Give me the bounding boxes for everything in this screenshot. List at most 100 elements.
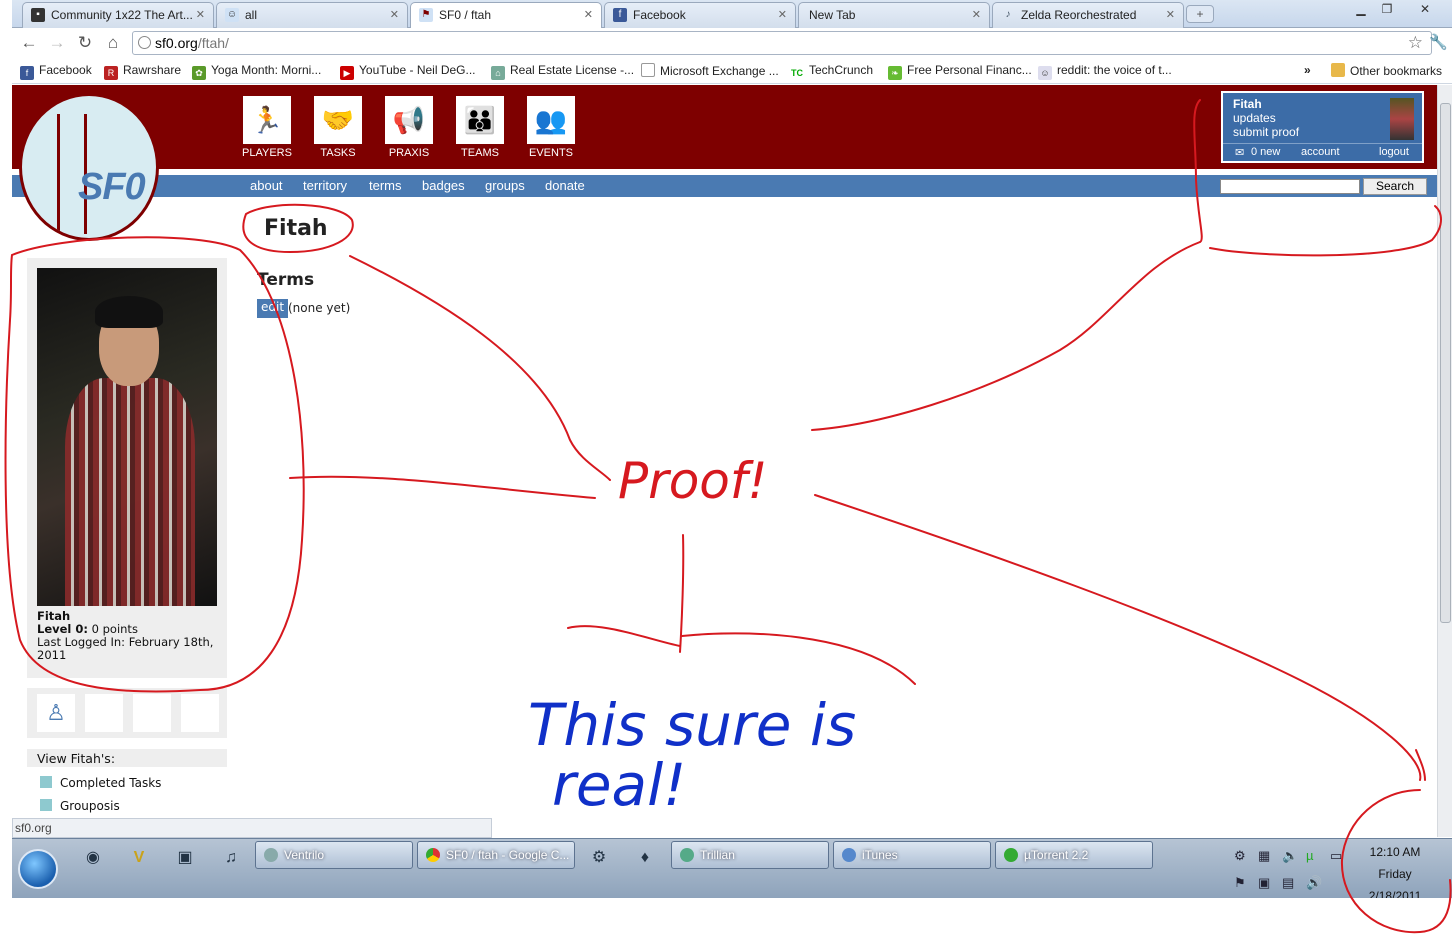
close-icon[interactable]: ✕ — [972, 8, 981, 21]
close-icon[interactable]: ✕ — [778, 8, 787, 21]
edit-terms-button[interactable]: edit — [257, 299, 289, 318]
tab-facebook[interactable]: f Facebook ✕ — [604, 2, 796, 28]
bookmark-real-estate[interactable]: ⌂ Real Estate License -... — [491, 63, 634, 80]
home-button[interactable]: ⌂ — [102, 32, 124, 54]
network-tray-icon[interactable]: ▤ — [1282, 875, 1294, 891]
menu-about[interactable]: about — [250, 178, 283, 193]
vertical-scrollbar[interactable] — [1437, 85, 1452, 837]
bookmark-facebook[interactable]: f Facebook — [20, 63, 92, 80]
bookmark-rawrshare[interactable]: R Rawrshare — [104, 63, 181, 80]
new-tab-button[interactable]: + — [1186, 5, 1214, 23]
other-bookmarks[interactable]: Other bookmarks — [1331, 63, 1442, 78]
steam-icon[interactable]: ⚙ — [588, 847, 610, 869]
completed-tasks-link[interactable]: Completed Tasks — [40, 776, 161, 790]
tab-zelda[interactable]: ♪ Zelda Reorchestrated ✕ — [992, 2, 1184, 28]
tab-title: Zelda Reorchestrated — [1021, 8, 1137, 22]
media-icon[interactable]: ▣ — [174, 847, 196, 869]
window-tray-icon[interactable]: ▣ — [1258, 875, 1270, 891]
people-group-icon: 👥 — [527, 96, 575, 144]
lamp-icon[interactable]: ♦ — [634, 847, 656, 869]
browser-tab-strip: ▪ Community 1x22 The Art... ✕ ☺ all ✕ ⚑ … — [12, 0, 1452, 29]
nav-praxis[interactable]: 📢 PRAXIS — [384, 96, 434, 159]
thunderbird-icon[interactable]: ◉ — [82, 847, 104, 869]
nav-teams[interactable]: 👪 TEAMS — [455, 96, 505, 159]
start-button[interactable] — [18, 849, 58, 889]
leaf-icon: ❧ — [888, 66, 902, 80]
speaker-tray-icon[interactable]: 🔊 — [1306, 875, 1322, 891]
bookmark-exchange[interactable]: Microsoft Exchange ... — [641, 63, 779, 78]
task-trillian[interactable]: Trillian — [671, 841, 829, 869]
sf0-logo[interactable]: SF0 — [19, 93, 159, 241]
bookmark-yoga[interactable]: ✿ Yoga Month: Morni... — [192, 63, 321, 80]
steam-tray-icon[interactable]: ⚙ — [1234, 848, 1246, 864]
forward-button[interactable]: → — [46, 32, 68, 54]
flower-icon: ✿ — [192, 66, 206, 80]
task-ventrilo[interactable]: Ventrilo — [255, 841, 413, 869]
tab-community[interactable]: ▪ Community 1x22 The Art... ✕ — [22, 2, 214, 28]
terms-value: (none yet) — [288, 301, 351, 315]
menu-badges[interactable]: badges — [422, 178, 465, 193]
itunes-icon — [842, 848, 856, 862]
tab-title: New Tab — [809, 8, 856, 22]
wrench-icon[interactable]: 🔧 — [1429, 33, 1448, 51]
menu-donate[interactable]: donate — [545, 178, 585, 193]
menu-terms[interactable]: terms — [369, 178, 402, 193]
system-clock[interactable]: 12:10 AM Friday 2/18/2011 — [1358, 841, 1432, 898]
bookmarks-overflow-chevron[interactable]: » — [1304, 63, 1311, 77]
pawn-badge-icon[interactable]: ♙ — [37, 694, 75, 732]
nav-events[interactable]: 👥 EVENTS — [526, 96, 576, 159]
bookmark-label: Real Estate License -... — [510, 63, 635, 77]
close-window-button[interactable]: ✕ — [1412, 0, 1438, 18]
bookmark-label: Microsoft Exchange ... — [660, 64, 779, 78]
bookmark-reddit[interactable]: ☺ reddit: the voice of t... — [1038, 63, 1172, 80]
badge-row: ♙ — [27, 688, 227, 738]
ventrilo-icon[interactable]: V — [128, 847, 150, 869]
address-bar[interactable]: sf0.org/ftah/ ☆ — [132, 31, 1432, 55]
reload-button[interactable]: ↻ — [74, 32, 96, 54]
task-chrome[interactable]: SF0 / ftah - Google C... — [417, 841, 575, 869]
close-icon[interactable]: ✕ — [584, 8, 593, 21]
volume-tray-icon[interactable]: 🔈 — [1282, 848, 1298, 864]
status-bubble: sf0.org — [12, 818, 492, 838]
nav-tasks[interactable]: 🤝 TASKS — [313, 96, 363, 159]
avatar[interactable] — [1390, 98, 1414, 140]
bookmark-label: reddit: the voice of t... — [1057, 63, 1172, 77]
utorrent-tray-icon[interactable]: µ — [1306, 848, 1314, 863]
grouposis-link[interactable]: Grouposis — [40, 799, 120, 813]
menu-territory[interactable]: territory — [303, 178, 347, 193]
battery-tray-icon[interactable]: ▭ — [1330, 848, 1342, 864]
logout-link[interactable]: logout — [1379, 146, 1409, 158]
account-link[interactable]: account — [1301, 146, 1340, 158]
close-icon[interactable]: ✕ — [390, 8, 399, 21]
messages-link[interactable]: 0 new — [1251, 146, 1280, 158]
bookmark-star-icon[interactable]: ☆ — [1408, 33, 1423, 53]
page-icon — [641, 63, 655, 77]
tab-new[interactable]: New Tab ✕ — [798, 2, 990, 28]
action-center-icon[interactable]: ⚑ — [1234, 875, 1246, 891]
tab-sf0[interactable]: ⚑ SF0 / ftah ✕ — [410, 2, 602, 29]
bookmark-finance[interactable]: ❧ Free Personal Financ... — [888, 63, 1032, 80]
folder-icon — [1331, 63, 1345, 77]
trillian-icon — [680, 848, 694, 862]
close-icon[interactable]: ✕ — [1166, 8, 1175, 21]
film-icon: ▪ — [31, 8, 45, 22]
search-input[interactable] — [1220, 179, 1360, 194]
bookmark-youtube[interactable]: ▶ YouTube - Neil DeG... — [340, 63, 476, 80]
tab-reddit-all[interactable]: ☺ all ✕ — [216, 2, 408, 28]
close-icon[interactable]: ✕ — [196, 8, 205, 21]
badge-slot — [133, 694, 171, 732]
page-title: Fitah — [264, 216, 328, 241]
scrollbar-thumb[interactable] — [1440, 103, 1451, 623]
maximize-button[interactable]: ❐ — [1374, 0, 1400, 18]
menu-groups[interactable]: groups — [485, 178, 525, 193]
minimize-button[interactable]: ▁ — [1348, 0, 1374, 18]
envelope-icon: ✉ — [1235, 147, 1245, 159]
nav-players[interactable]: 🏃 PLAYERS — [242, 96, 292, 159]
back-button[interactable]: ← — [18, 32, 40, 54]
flag-tray-icon[interactable]: ▦ — [1258, 848, 1270, 864]
itunes-icon[interactable]: ♫ — [220, 847, 242, 869]
task-utorrent[interactable]: µTorrent 2.2 — [995, 841, 1153, 869]
search-button[interactable]: Search — [1363, 178, 1427, 195]
task-itunes[interactable]: iTunes — [833, 841, 991, 869]
bookmark-techcrunch[interactable]: TC TechCrunch — [790, 63, 873, 80]
